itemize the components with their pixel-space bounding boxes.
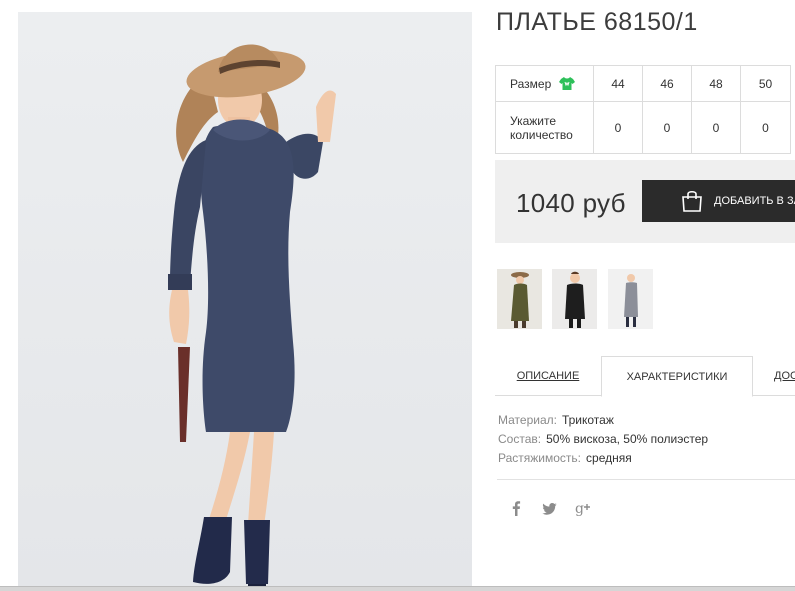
size-44: 44 bbox=[593, 65, 643, 102]
size-46: 46 bbox=[642, 65, 692, 102]
thumbnail-olive-dress[interactable] bbox=[497, 269, 542, 329]
bottom-scroll-bar bbox=[0, 586, 795, 591]
spec-row-composition: Состав: 50% вискоза, 50% полиэстер bbox=[498, 430, 708, 449]
model-illustration bbox=[168, 44, 336, 591]
spec-key: Состав: bbox=[498, 432, 542, 446]
size-label: Размер bbox=[510, 77, 552, 91]
add-to-order-label: ДОБАВИТЬ В ЗАКАЗ bbox=[714, 195, 795, 207]
spec-value: средняя bbox=[586, 451, 632, 465]
size-48: 48 bbox=[691, 65, 741, 102]
size-quantity-table: Размер 44 46 48 50 Укажите количество 0 … bbox=[495, 65, 791, 154]
google-plus-icon[interactable]: g bbox=[575, 500, 593, 518]
divider bbox=[497, 479, 795, 480]
quantity-input-48[interactable]: 0 bbox=[691, 101, 741, 154]
shopping-bag-icon bbox=[680, 189, 704, 213]
quantity-label-line1: Укажите bbox=[510, 113, 557, 128]
quantity-input-46[interactable]: 0 bbox=[642, 101, 692, 154]
spec-key: Материал: bbox=[498, 413, 557, 427]
quantity-label-cell: Укажите количество bbox=[495, 101, 594, 154]
product-tabs: ОПИСАНИЕ ХАРАКТЕРИСТИКИ ДОСТАВКА bbox=[495, 356, 795, 397]
spec-row-stretch: Растяжимость: средняя bbox=[498, 449, 708, 468]
spec-key: Растяжимость: bbox=[498, 451, 582, 465]
size-label-cell: Размер bbox=[495, 65, 594, 102]
product-title: ПЛАТЬЕ 68150/1 bbox=[496, 8, 698, 36]
thumbnail-grey-dress[interactable] bbox=[608, 269, 653, 329]
tab-characteristics[interactable]: ХАРАКТЕРИСТИКИ bbox=[601, 356, 753, 397]
thumbnail-black-dress[interactable] bbox=[552, 269, 597, 329]
spec-row-material: Материал: Трикотаж bbox=[498, 411, 708, 430]
product-specs: Материал: Трикотаж Состав: 50% вискоза, 50… bbox=[498, 411, 708, 468]
quantity-input-50[interactable]: 0 bbox=[740, 101, 791, 154]
svg-text:g: g bbox=[575, 501, 584, 516]
size-50: 50 bbox=[740, 65, 791, 102]
shirt-icon[interactable] bbox=[558, 76, 575, 91]
product-price: 1040 руб bbox=[516, 188, 626, 218]
product-photo[interactable] bbox=[18, 12, 472, 591]
spec-value: Трикотаж bbox=[561, 413, 614, 427]
tab-delivery[interactable]: ДОСТАВКА bbox=[774, 356, 795, 396]
facebook-icon[interactable] bbox=[511, 500, 521, 518]
quantity-input-44[interactable]: 0 bbox=[593, 101, 643, 154]
spec-value: 50% вискоза, 50% полиэстер bbox=[546, 432, 709, 446]
twitter-icon[interactable] bbox=[542, 503, 557, 521]
quantity-label-line2: количество bbox=[510, 127, 573, 142]
add-to-order-button[interactable]: ДОБАВИТЬ В ЗАКАЗ bbox=[642, 180, 795, 222]
price-panel: 1040 руб ДОБАВИТЬ В ЗАКАЗ bbox=[495, 160, 795, 243]
tab-description[interactable]: ОПИСАНИЕ bbox=[495, 356, 601, 396]
